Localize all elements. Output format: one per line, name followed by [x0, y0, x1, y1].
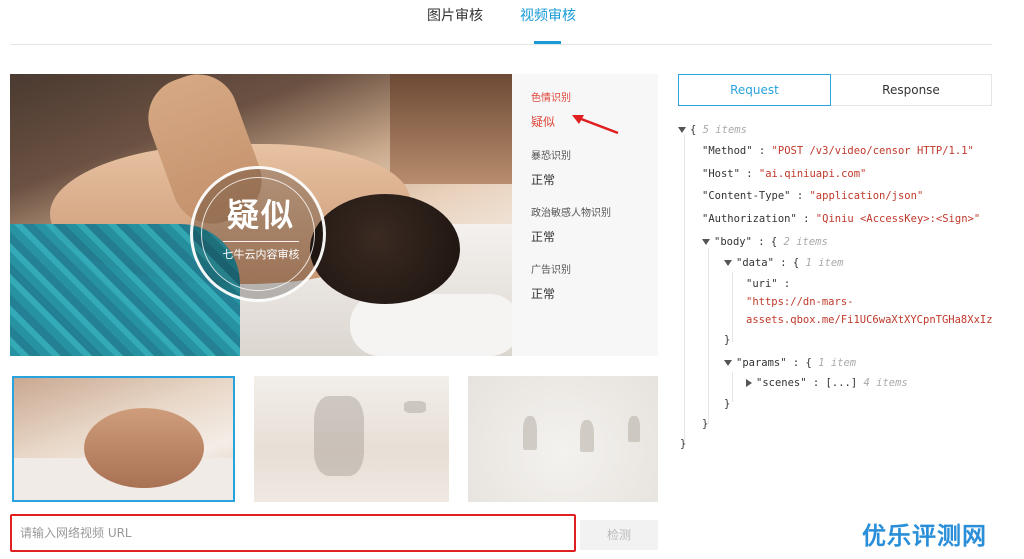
- json-brace: }: [724, 334, 731, 346]
- json-key: "Content-Type": [702, 190, 791, 202]
- json-string: assets.qbox.me/Fi1UC6waXtXYCpnTGHa8XxIzi…: [746, 314, 992, 326]
- site-watermark: 优乐评测网: [862, 522, 987, 550]
- thumbnail-figure: [314, 396, 364, 476]
- annotation-arrow-icon: [572, 115, 619, 135]
- result-label: 广告识别: [531, 265, 571, 276]
- json-string: "application/json": [809, 190, 924, 202]
- json-line: "scenes" : [...] 4 items: [746, 375, 908, 391]
- json-line: assets.qbox.me/Fi1UC6waXtXYCpnTGHa8XxIzi…: [746, 312, 992, 328]
- badge-title: 疑似: [226, 196, 295, 234]
- background-wall: [390, 74, 512, 184]
- json-meta: 2 items: [783, 236, 828, 248]
- json-viewer: { 5 items "Method" : "POST /v3/video/cen…: [678, 118, 992, 458]
- json-root-line: { 5 items: [678, 122, 747, 138]
- result-label: 政治敏感人物识别: [531, 208, 611, 219]
- json-key: "data": [736, 257, 774, 269]
- json-line: "data" : { 1 item: [724, 255, 843, 271]
- result-label: 暴恐识别: [531, 151, 571, 162]
- json-meta: 4 items: [863, 377, 908, 389]
- json-line: "Authorization" : "Qiniu <AccessKey>:<Si…: [702, 213, 981, 225]
- badge-subtitle: 七牛云内容审核: [222, 248, 300, 261]
- json-line: "https://dn-mars-: [746, 294, 853, 310]
- json-meta: 1 item: [805, 257, 844, 269]
- collapse-triangle-icon[interactable]: [678, 127, 686, 133]
- collapse-triangle-icon[interactable]: [702, 239, 710, 245]
- video-thumbnail-2[interactable]: [254, 376, 449, 502]
- result-ads: 广告识别 正常: [531, 264, 571, 302]
- person-hair: [310, 194, 460, 304]
- json-line: "uri" :: [746, 278, 791, 290]
- thumbnail-hand: [84, 408, 204, 488]
- tab-request[interactable]: Request: [678, 74, 831, 106]
- thumbnail-figure: [580, 420, 594, 452]
- result-politician: 政治敏感人物识别 正常: [531, 207, 611, 245]
- json-key: "body": [714, 236, 752, 248]
- tree-guide: [684, 134, 685, 442]
- video-thumbnail-1[interactable]: [12, 376, 235, 502]
- verdict-badge: 疑似 七牛云内容审核: [190, 166, 326, 302]
- result-value: 正常: [531, 230, 556, 244]
- result-value: 正常: [531, 173, 556, 187]
- collapse-triangle-icon[interactable]: [724, 260, 732, 266]
- json-string: "Qiniu <AccessKey>:<Sign>": [815, 213, 981, 225]
- json-brace: }: [702, 418, 709, 430]
- json-key: "Authorization": [702, 213, 797, 225]
- review-type-tabs: 图片审核 视频审核: [0, 0, 1024, 46]
- result-value: 疑似: [531, 115, 556, 129]
- json-meta: 1 item: [818, 357, 857, 369]
- json-line: "params" : { 1 item: [724, 355, 856, 371]
- json-key: "params": [736, 357, 787, 369]
- expand-triangle-icon[interactable]: [746, 379, 752, 387]
- collapse-triangle-icon[interactable]: [724, 360, 732, 366]
- json-line: "Host" : "ai.qiniuapi.com": [702, 168, 867, 180]
- json-key: "uri": [746, 278, 778, 290]
- tabs-divider: [10, 44, 992, 45]
- tab-video-review[interactable]: 视频审核: [520, 6, 576, 26]
- json-collapsed-array[interactable]: [...]: [826, 377, 858, 389]
- json-string: "POST /v3/video/censor HTTP/1.1": [771, 145, 974, 157]
- result-label: 色情识别: [531, 93, 571, 104]
- thumbnail-figure: [628, 416, 640, 442]
- detect-button[interactable]: 检测: [580, 520, 658, 550]
- json-meta: 5 items: [702, 124, 747, 136]
- tab-image-review[interactable]: 图片审核: [427, 6, 483, 26]
- result-porn: 色情识别 疑似: [531, 92, 571, 130]
- json-key: "Method": [702, 145, 753, 157]
- result-value: 正常: [531, 287, 556, 301]
- thumbnail-figure: [404, 401, 426, 413]
- tree-guide: [708, 248, 709, 424]
- json-line: "Method" : "POST /v3/video/censor HTTP/1…: [702, 145, 974, 157]
- json-key: "Host": [702, 168, 740, 180]
- badge-divider: [223, 241, 299, 242]
- video-url-input[interactable]: [10, 514, 576, 552]
- json-key: "scenes": [756, 377, 807, 389]
- thumbnail-figure: [523, 416, 537, 450]
- tab-response[interactable]: Response: [831, 74, 992, 106]
- tree-guide: [732, 372, 733, 402]
- json-line: "Content-Type" : "application/json": [702, 190, 924, 202]
- request-response-tabs: Request Response: [678, 74, 992, 106]
- video-preview: 疑似 七牛云内容审核: [10, 74, 512, 356]
- tree-guide: [732, 272, 733, 342]
- video-thumbnail-3[interactable]: [468, 376, 658, 502]
- json-string: "https://dn-mars-: [746, 296, 854, 308]
- json-brace: }: [680, 438, 687, 450]
- json-brace: }: [724, 398, 731, 410]
- result-terror: 暴恐识别 正常: [531, 150, 571, 188]
- json-string: "ai.qiniuapi.com": [758, 168, 867, 180]
- json-line: "body" : { 2 items: [702, 234, 828, 250]
